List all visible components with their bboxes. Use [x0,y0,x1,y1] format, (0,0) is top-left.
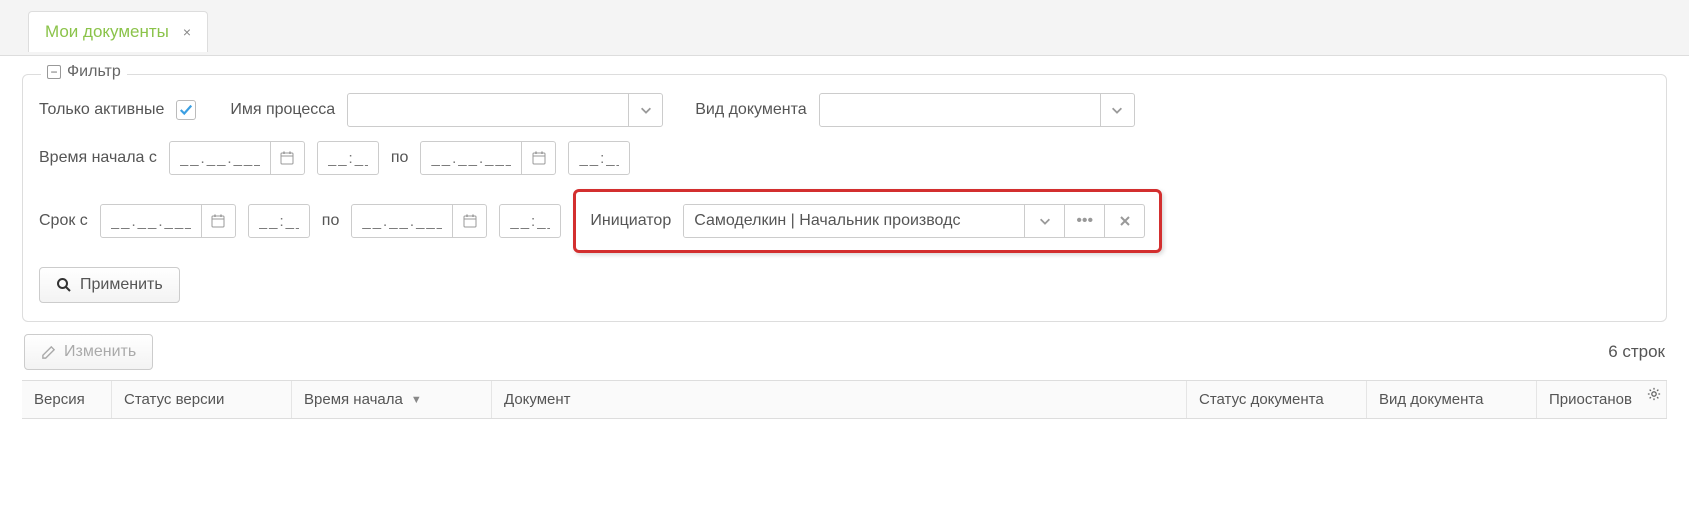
col-document[interactable]: Документ [492,381,1187,418]
to-label-1: по [391,149,409,167]
time-input[interactable] [500,205,560,237]
filter-panel: − Фильтр Только активные Имя процесса Ви… [22,74,1667,322]
initiator-field[interactable]: ••• [683,204,1145,238]
calendar-icon[interactable] [452,205,486,237]
date-input[interactable] [352,205,452,237]
col-doc-status[interactable]: Статус документа [1187,381,1367,418]
start-from-time[interactable] [317,141,379,175]
time-input[interactable] [569,142,629,174]
chevron-down-icon[interactable] [1100,94,1134,126]
chevron-down-icon[interactable] [1024,205,1064,237]
pencil-icon [41,345,56,360]
start-to-time[interactable] [568,141,630,175]
clear-icon[interactable] [1104,205,1144,237]
calendar-icon[interactable] [521,142,555,174]
initiator-input[interactable] [684,205,1024,237]
tab-bar: Мои документы × [0,0,1689,56]
collapse-icon[interactable]: − [47,65,61,79]
process-name-field[interactable] [347,93,663,127]
doc-type-label: Вид документа [695,101,806,119]
sort-desc-icon: ▼ [411,394,422,406]
active-only-checkbox[interactable] [176,100,196,120]
date-input[interactable] [101,205,201,237]
col-version[interactable]: Версия [22,381,112,418]
content-area: − Фильтр Только активные Имя процесса Ви… [0,56,1689,419]
chevron-down-icon[interactable] [628,94,662,126]
due-to-time[interactable] [499,204,561,238]
doc-type-input[interactable] [820,94,1100,126]
tab-title: Мои документы [45,22,169,42]
calendar-icon[interactable] [201,205,235,237]
date-input[interactable] [170,142,270,174]
to-label-2: по [322,212,340,230]
time-input[interactable] [318,142,378,174]
edit-button[interactable]: Изменить [24,334,153,370]
edit-label: Изменить [64,343,136,361]
col-start-time[interactable]: Время начала ▼ [292,381,492,418]
date-input[interactable] [421,142,521,174]
calendar-icon[interactable] [270,142,304,174]
gear-icon[interactable] [1647,387,1661,404]
col-doc-type[interactable]: Вид документа [1367,381,1537,418]
due-from-label: Срок с [39,212,88,230]
due-from-time[interactable] [248,204,310,238]
start-from-label: Время начала с [39,149,157,167]
start-from-date[interactable] [169,141,305,175]
initiator-highlight: Инициатор ••• [573,189,1162,253]
filter-legend[interactable]: − Фильтр [41,63,127,81]
apply-label: Применить [80,276,163,294]
close-icon[interactable]: × [183,24,191,40]
tab-my-documents[interactable]: Мои документы × [28,11,208,52]
row-count: 6 строк [1608,342,1665,362]
process-name-input[interactable] [348,94,628,126]
search-icon [56,277,72,293]
due-to-date[interactable] [351,204,487,238]
ellipsis-icon[interactable]: ••• [1064,205,1104,237]
due-from-date[interactable] [100,204,236,238]
filter-legend-text: Фильтр [67,63,121,81]
table-toolbar: Изменить 6 строк [22,322,1667,380]
col-version-status[interactable]: Статус версии [112,381,292,418]
apply-button[interactable]: Применить [39,267,180,303]
active-only-label: Только активные [39,101,164,119]
initiator-label: Инициатор [590,212,671,230]
doc-type-field[interactable] [819,93,1135,127]
table-header: Версия Статус версии Время начала ▼ Доку… [22,380,1667,419]
start-to-date[interactable] [420,141,556,175]
process-name-label: Имя процесса [230,101,335,119]
time-input[interactable] [249,205,309,237]
